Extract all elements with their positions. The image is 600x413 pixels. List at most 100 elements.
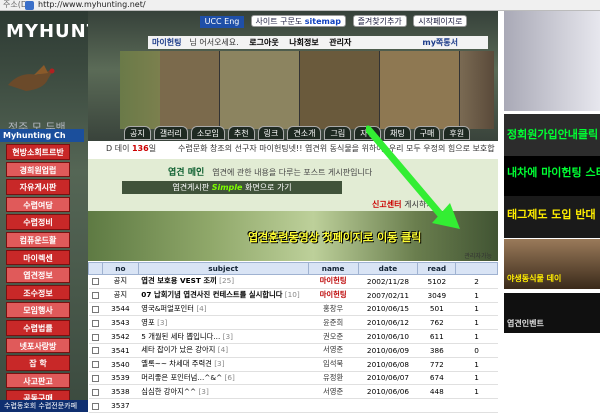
tab-10[interactable]: 후원 <box>443 126 471 140</box>
row-subject[interactable]: 심심한 강아지^^ [3] <box>138 384 309 400</box>
checkbox-icon[interactable] <box>91 388 99 396</box>
post-title[interactable]: 엽견 보호용 VEST 조끼 <box>141 276 216 285</box>
row-checkbox[interactable] <box>88 288 103 303</box>
sidebar-item[interactable]: 잡 학 <box>6 355 70 371</box>
sidebar-item[interactable]: 수렵여담 <box>6 196 70 213</box>
sidebar-item[interactable]: 자유게시판 <box>6 179 70 195</box>
row-subject[interactable]: 세타 잡이가 났은 강아지 [4] <box>138 343 309 358</box>
table-row[interactable]: 3544 영국&퍼얼포인터 [4] 홍창우 2010/06/15 501 1 <box>88 302 498 317</box>
column-header[interactable]: subject <box>137 262 309 275</box>
post-title[interactable]: 5 개월된 세타 뽑입니다... <box>141 332 220 341</box>
row-subject[interactable]: 07 납회기념 엽견사진 컨테스트를 실시합니다 [10] <box>138 288 309 303</box>
admin-button[interactable]: 관리자 <box>325 36 355 49</box>
row-subject[interactable]: 머리좋은 포인터넘...^&^ [6] <box>138 371 309 386</box>
row-subject[interactable]: 영포 [3] <box>138 315 309 331</box>
sidebar-item[interactable]: 엽견정보 <box>6 267 70 283</box>
post-title[interactable]: 07 납회기념 엽견사진 컨테스트를 실시합니다 <box>141 290 282 299</box>
sidebar-item[interactable]: 조수정보 <box>6 284 70 301</box>
post-title[interactable]: 머리좋은 포인터넘...^&^ <box>141 373 222 382</box>
post-title[interactable]: 세타 잡이가 났은 강아지 <box>141 345 215 354</box>
startpage-button[interactable]: 시작페이지로 <box>413 15 468 27</box>
column-header[interactable]: read <box>417 262 457 275</box>
ad-tag-oppose[interactable]: 태그제도 도입 반대 <box>504 196 600 238</box>
sidebar-item[interactable]: 수렵정비 <box>6 214 70 230</box>
checkbox-icon[interactable] <box>91 333 99 341</box>
post-title[interactable]: 심심한 강아지^^ <box>141 387 196 396</box>
training-video-banner[interactable]: 엽견훈련동영상 첫페이지로 이동 클릭 관리자가능 <box>88 211 498 261</box>
report-center-link[interactable]: 신고센터 게시하기 <box>372 199 434 210</box>
tab-3[interactable]: 추천 <box>227 126 255 140</box>
table-row[interactable]: 3540 옐록~~ 차세대 주력견 [3] 임석묵 2010/06/08 772 1 <box>88 357 498 372</box>
post-title[interactable]: 영국&퍼얼포인터 <box>141 304 194 313</box>
checkbox-icon[interactable] <box>91 347 99 355</box>
sidebar-item[interactable]: 넷포사랑방 <box>6 337 70 354</box>
sidebar-item[interactable]: 컴퓨운드활 <box>6 231 70 248</box>
tab-2[interactable]: 소모임 <box>190 126 225 140</box>
row-author[interactable]: 서영준 <box>308 343 359 358</box>
checkbox-icon[interactable] <box>91 374 99 382</box>
checkbox-icon[interactable] <box>91 305 99 313</box>
tab-5[interactable]: 견소개 <box>287 126 322 140</box>
table-row[interactable]: 3538 심심한 강아지^^ [3] 서영준 2010/06/06 448 1 <box>88 384 498 400</box>
row-subject[interactable]: 엽견 보호용 VEST 조끼 [25] <box>138 274 309 289</box>
table-row[interactable]: 3542 5 개월된 세타 뽑입니다... [3] 권오준 2010/06/10 611… <box>88 329 498 344</box>
checkbox-icon[interactable] <box>91 402 99 410</box>
sidebar-item[interactable]: 마이렉센 <box>6 249 70 266</box>
row-checkbox[interactable] <box>88 315 103 331</box>
row-checkbox[interactable] <box>88 343 103 358</box>
logout-button[interactable]: 로그아웃 <box>245 36 282 49</box>
sidebar-item[interactable]: 현방소회트르반 <box>6 144 70 160</box>
tab-6[interactable]: 그림 <box>324 126 352 140</box>
sidebar-item[interactable]: 사고판고 <box>6 372 70 389</box>
row-author[interactable]: 마이헌팅 <box>308 274 359 289</box>
table-row[interactable]: 공지 07 납회기념 엽견사진 컨테스트를 실시합니다 [10] 마이헌팅 2007/… <box>88 288 498 303</box>
row-author[interactable]: 임석묵 <box>308 357 359 372</box>
table-row[interactable]: 3537 <box>88 398 498 413</box>
row-author[interactable]: 유정환 <box>308 371 359 386</box>
column-header[interactable]: no <box>101 262 139 275</box>
ad-dog-event[interactable]: 엽견인벤트 <box>504 293 600 333</box>
myinfo-button[interactable]: 나회정보 <box>285 36 322 49</box>
row-checkbox[interactable] <box>88 371 103 386</box>
tab-8[interactable]: 채팅 <box>383 126 411 140</box>
row-author[interactable]: 마이헌팅 <box>308 288 359 303</box>
row-author[interactable]: 윤준희 <box>308 315 359 331</box>
row-subject[interactable]: 옐록~~ 차세대 주력견 [3] <box>138 357 309 372</box>
tab-7[interactable]: 자유 <box>354 126 381 140</box>
sidebar-item[interactable]: 경희원업럽 <box>6 161 70 178</box>
table-row[interactable]: 3543 영포 [3] 윤준희 2010/06/12 762 1 <box>88 315 498 331</box>
row-checkbox[interactable] <box>88 357 103 372</box>
tab-1[interactable]: 갤러리 <box>153 126 188 140</box>
row-author[interactable]: 서영준 <box>308 384 359 400</box>
post-title[interactable]: 옐록~~ 차세대 주력견 <box>141 359 212 368</box>
checkbox-icon[interactable] <box>91 361 99 369</box>
tab-0[interactable]: 공지 <box>124 126 151 140</box>
sidebar-item[interactable]: 수렵법률 <box>6 319 70 336</box>
column-header[interactable]: date <box>357 262 419 275</box>
column-header[interactable] <box>455 262 498 275</box>
row-checkbox[interactable] <box>88 274 103 289</box>
row-checkbox[interactable] <box>88 329 103 344</box>
sitemap-link[interactable]: 사이트 구문도 sitemap <box>250 15 347 27</box>
sidebar-item[interactable]: 모임행사 <box>6 302 70 318</box>
row-author[interactable]: 권오준 <box>308 329 359 344</box>
tab-9[interactable]: 구매 <box>413 126 441 140</box>
table-row[interactable]: 공지 엽견 보호용 VEST 조끼 [25] 마이헌팅 2002/11/28 5102 2 <box>88 274 498 289</box>
post-title[interactable]: 영포 <box>141 318 154 327</box>
ucc-eng-link[interactable]: UCC Eng <box>200 16 244 28</box>
row-checkbox[interactable] <box>88 302 103 317</box>
table-row[interactable]: 3539 머리좋은 포인터넘...^&^ [6] 유정환 2010/06/07 674 1 <box>88 371 498 386</box>
my-messages-link[interactable]: my쪽통서 <box>418 36 462 49</box>
tab-4[interactable]: 링크 <box>257 126 285 140</box>
row-author[interactable] <box>308 398 359 413</box>
checkbox-icon[interactable] <box>91 278 99 286</box>
ad-wildlife[interactable]: 야생동식물 데이 <box>504 239 600 289</box>
checkbox-icon[interactable] <box>91 319 99 327</box>
ad-membership[interactable]: 정회원가입안내클릭 <box>504 114 600 156</box>
checkbox-icon[interactable] <box>91 292 99 300</box>
row-checkbox[interactable] <box>88 398 103 413</box>
ad-sticker[interactable]: 내차에 마이헌팅 스티 <box>504 156 600 196</box>
row-subject[interactable]: 5 개월된 세타 뽑입니다... [3] <box>138 329 309 344</box>
address-input[interactable]: http://www.myhunting.net/ <box>38 0 146 10</box>
table-row[interactable]: 3541 세타 잡이가 났은 강아지 [4] 서영준 2010/06/09 386 0 <box>88 343 498 358</box>
